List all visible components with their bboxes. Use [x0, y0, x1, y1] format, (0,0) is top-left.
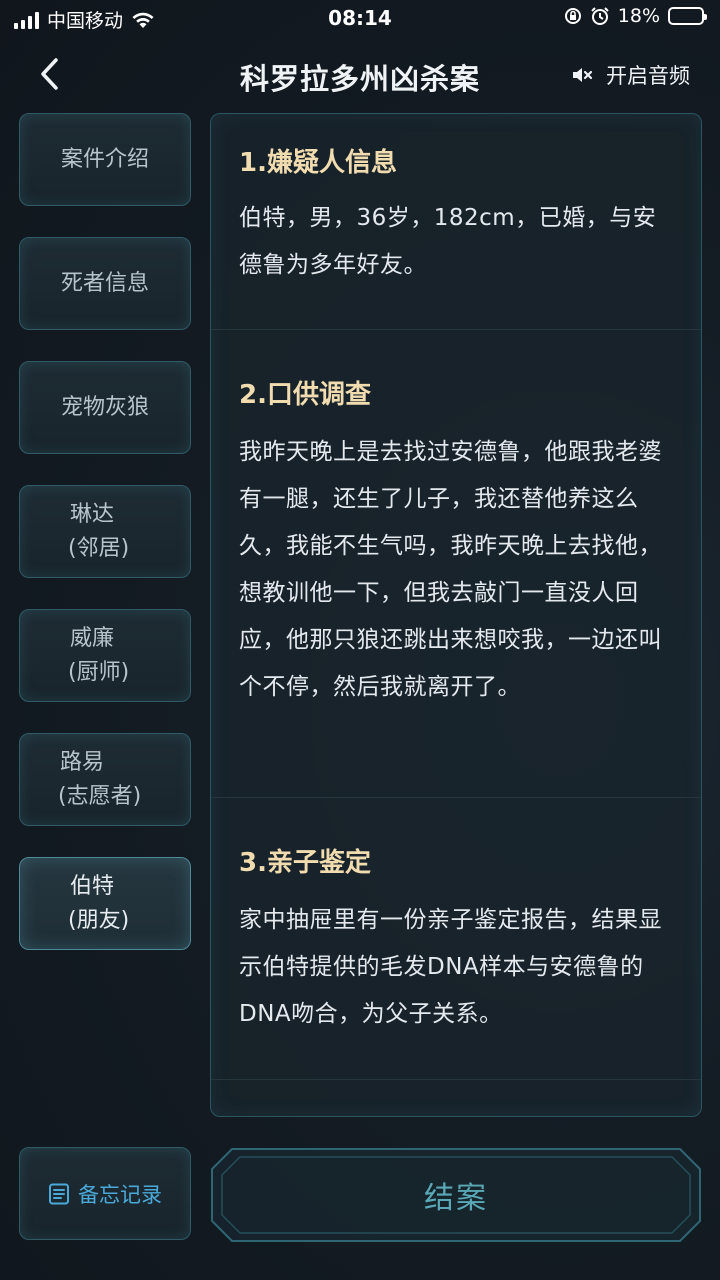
nav-item-label: 琳达 [70, 501, 115, 527]
nav-item-role: (邻居) [68, 535, 130, 561]
nav-item-victim-info[interactable]: 死者信息 [19, 237, 191, 330]
nav-item-label: 威廉 [70, 625, 115, 651]
nav-item-role: (志愿者) [58, 783, 142, 809]
nav-item-bert[interactable]: 伯特 (朋友) [19, 857, 191, 950]
nav-item-pet-wolf[interactable]: 宠物灰狼 [19, 361, 191, 454]
section-body: 家中抽屉里有一份亲子鉴定报告，结果显示伯特提供的毛发DNA样本与安德鲁的DNA吻… [239, 907, 662, 1027]
nav-item-label: 路易 [60, 749, 105, 775]
section-title: 2.口供调查 [239, 380, 371, 410]
nav-item-case-intro[interactable]: 案件介绍 [19, 113, 191, 206]
header: 科罗拉多州凶杀案 开启音频 [0, 44, 720, 104]
nav-item-linda[interactable]: 琳达 (邻居) [19, 485, 191, 578]
memo-button[interactable]: 备忘记录 [19, 1147, 191, 1240]
notes-list-icon [49, 1183, 69, 1204]
nav-item-louis[interactable]: 路易 (志愿者) [19, 733, 191, 826]
nav-item-label: 宠物灰狼 [60, 394, 149, 420]
nav-item-label: 死者信息 [60, 270, 149, 296]
rotation-lock-icon [564, 8, 581, 24]
memo-label: 备忘记录 [78, 1182, 162, 1207]
nav-item-role: (朋友) [68, 907, 130, 933]
status-bar: 中国移动 08:14 18% [0, 0, 720, 36]
nav-item-role: (厨师) [68, 659, 130, 685]
section-paternity-test: 3.亲子鉴定 家中抽屉里有一份亲子鉴定报告，结果显示伯特提供的毛发DNA样本与安… [211, 798, 701, 1080]
section-title: 3.亲子鉴定 [239, 848, 371, 878]
close-case-label: 结案 [424, 1181, 488, 1216]
section-body: 伯特，男，36岁，182cm，已婚，与安德鲁为多年好友。 [239, 205, 657, 278]
close-case-button[interactable]: 结案 [210, 1147, 702, 1243]
alarm-icon [591, 7, 609, 25]
nav-item-label: 案件介绍 [60, 146, 149, 172]
section-testimony: 2.口供调查 我昨天晚上是去找过安德鲁，他跟我老婆有一腿，还生了儿子，我还替他养… [211, 330, 701, 798]
nav-item-label: 伯特 [70, 873, 115, 899]
speaker-muted-icon [573, 68, 593, 82]
content-panel[interactable]: 1.嫌疑人信息 伯特，男，36岁，182cm，已婚，与安德鲁为多年好友。 2.口… [210, 113, 702, 1117]
battery-icon [668, 7, 707, 25]
enable-audio-button[interactable]: 开启音频 [570, 60, 690, 90]
section-suspect-info: 1.嫌疑人信息 伯特，男，36岁，182cm，已婚，与安德鲁为多年好友。 [211, 114, 701, 330]
section-body: 我昨天晚上是去找过安德鲁，他跟我老婆有一腿，还生了儿子，我还替他养这么久，我能不… [239, 439, 662, 700]
enable-audio-label: 开启音频 [606, 64, 690, 88]
battery-percent: 18% [617, 5, 660, 27]
nav-item-william[interactable]: 威廉 (厨师) [19, 609, 191, 702]
section-title: 1.嫌疑人信息 [239, 148, 397, 178]
side-nav: 案件介绍 死者信息 宠物灰狼 琳达 (邻居) 威廉 (厨师) 路易 (志愿者) … [19, 113, 191, 981]
